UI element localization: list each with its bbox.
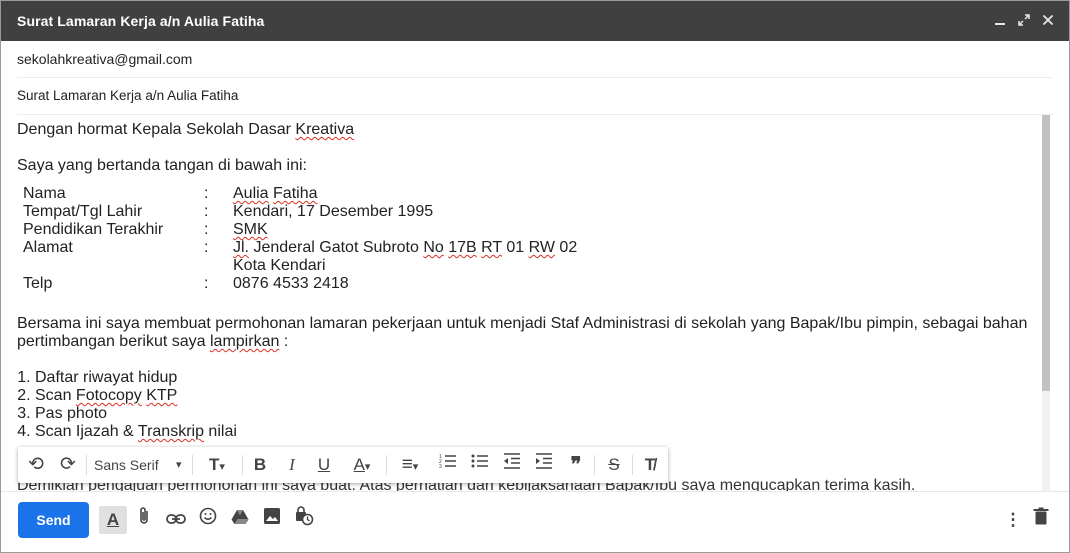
toolbar-divider	[386, 455, 387, 475]
info-row-nama: Nama : Aulia Fatiha	[23, 185, 318, 202]
strikethrough-icon[interactable]: S	[602, 453, 626, 477]
emoji-icon[interactable]	[196, 506, 220, 534]
indent-less-icon[interactable]	[500, 453, 524, 477]
more-options-icon[interactable]: ⋮	[1001, 506, 1025, 534]
indent-more-icon[interactable]	[532, 453, 556, 477]
recipient-email: sekolahkreativa@gmail.com	[17, 51, 193, 67]
redo-icon[interactable]: ⟳	[56, 453, 80, 477]
italic-icon[interactable]: I	[280, 453, 304, 477]
list-item: Scan Fotocopy KTP	[35, 387, 1033, 405]
list-item: Pas photo	[35, 405, 1033, 423]
info-row-pendidikan: Pendidikan Terakhir : SMK	[23, 221, 268, 238]
attachment-list: Daftar riwayat hidup Scan Fotocopy KTP P…	[17, 369, 1033, 441]
numbered-list-icon[interactable]: 123	[436, 453, 460, 477]
formatting-options-icon[interactable]: A	[99, 506, 127, 534]
clear-formatting-icon[interactable]: T̸	[638, 453, 662, 477]
close-icon[interactable]	[1037, 10, 1059, 32]
toolbar-divider	[192, 455, 193, 475]
message-body[interactable]: Dengan hormat Kepala Sekolah Dasar Kreat…	[17, 115, 1033, 491]
toolbar-divider	[242, 455, 243, 475]
subject-text: Surat Lamaran Kerja a/n Aulia Fatiha	[17, 88, 239, 103]
insert-link-icon[interactable]	[164, 506, 188, 534]
scrollbar-thumb[interactable]	[1042, 115, 1050, 391]
insert-photo-icon[interactable]	[260, 506, 284, 534]
attach-file-icon[interactable]	[132, 506, 156, 534]
request-paragraph: Bersama ini saya membuat permohonan lama…	[17, 315, 1028, 350]
info-row-alamat: Alamat : Jl. Jenderal Gatot Subroto No 1…	[23, 239, 578, 274]
chevron-down-icon: ▾	[176, 459, 182, 471]
confidential-mode-icon[interactable]	[292, 506, 316, 534]
text-color-icon[interactable]: A▾	[344, 453, 380, 477]
list-item: Daftar riwayat hidup	[35, 369, 1033, 387]
compose-title: Surat Lamaran Kerja a/n Aulia Fatiha	[17, 13, 265, 29]
svg-text:3: 3	[439, 464, 442, 469]
discard-draft-icon[interactable]	[1029, 506, 1053, 534]
greeting-line: Dengan hormat Kepala Sekolah Dasar Kreat…	[17, 121, 355, 138]
compose-bottom-bar: Send A ⋮	[1, 491, 1069, 552]
to-field[interactable]: sekolahkreativa@gmail.com	[17, 41, 1053, 78]
send-button[interactable]: Send	[18, 502, 89, 538]
toolbar-divider	[632, 455, 633, 475]
compose-window: Surat Lamaran Kerja a/n Aulia Fatiha sek…	[0, 0, 1070, 553]
minimize-icon[interactable]	[989, 10, 1011, 32]
google-drive-icon[interactable]	[228, 506, 252, 534]
formatting-toolbar: ⟲ ⟳ Sans Serif ▾ T▾ B I U A▾ ≡▾ 123 ❞ S T…	[18, 447, 668, 483]
font-size-icon[interactable]: T▾	[199, 453, 235, 477]
bulleted-list-icon[interactable]	[468, 453, 492, 477]
quote-icon[interactable]: ❞	[564, 453, 588, 477]
toolbar-divider	[594, 455, 595, 475]
intro-line: Saya yang bertanda tangan di bawah ini:	[17, 157, 307, 174]
scrollbar[interactable]	[1042, 115, 1050, 491]
expand-icon[interactable]	[1013, 10, 1035, 32]
info-row-telp: Telp : 0876 4533 2418	[23, 275, 349, 292]
undo-icon[interactable]: ⟲	[24, 453, 48, 477]
underline-icon[interactable]: U	[312, 453, 336, 477]
personal-info-table: Nama : Aulia Fatiha Tempat/Tgl Lahir : K…	[23, 185, 577, 293]
bold-icon[interactable]: B	[248, 453, 272, 477]
list-item: Scan Ijazah & Transkrip nilai	[35, 423, 1033, 441]
compose-title-bar[interactable]: Surat Lamaran Kerja a/n Aulia Fatiha	[1, 1, 1069, 41]
subject-field[interactable]: Surat Lamaran Kerja a/n Aulia Fatiha	[17, 78, 1053, 115]
info-row-ttl: Tempat/Tgl Lahir : Kendari, 17 Desember …	[23, 203, 434, 220]
toolbar-divider	[86, 455, 87, 475]
align-icon[interactable]: ≡▾	[392, 453, 428, 477]
font-family-select[interactable]: Sans Serif ▾	[94, 453, 188, 477]
